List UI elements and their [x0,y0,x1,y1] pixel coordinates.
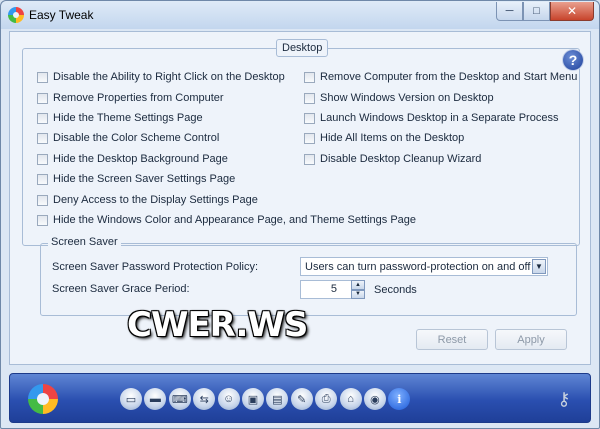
checkbox-box[interactable] [37,173,48,185]
home-icon[interactable]: ⌂ [339,388,362,410]
stepper-up-icon[interactable]: ▲ [351,280,365,290]
keys-icon[interactable]: ⚷ [553,386,575,412]
checkbox-label: Hide the Screen Saver Settings Page [53,173,236,185]
checkbox-label: Launch Windows Desktop in a Separate Pro… [320,112,559,124]
checkbox-box[interactable] [304,92,315,104]
grace-period-unit: Seconds [374,284,417,296]
title-bar[interactable]: Easy Tweak ─ □ ✕ [1,1,599,29]
checkbox-hide-color-appearance[interactable]: Hide the Windows Color and Appearance Pa… [37,212,416,228]
keyboard-icon[interactable]: ⌨ [168,388,191,410]
checkbox-label: Disable the Color Scheme Control [53,132,220,144]
checkbox-label: Remove Computer from the Desktop and Sta… [320,71,578,83]
help-icon[interactable]: ? [563,50,583,70]
watermark: CWER.WS [105,291,308,355]
checkbox-remove-properties[interactable]: Remove Properties from Computer [37,90,224,106]
reset-button[interactable]: Reset [416,329,488,350]
checkbox-box[interactable] [304,71,315,83]
checkbox-box[interactable] [304,153,315,165]
desktop-icon[interactable]: ▭ [120,388,142,410]
checkbox-hide-screen-saver[interactable]: Hide the Screen Saver Settings Page [37,171,235,187]
checkbox-label: Hide the Theme Settings Page [53,112,203,124]
checkbox-box[interactable] [304,112,315,124]
password-policy-value: Users can turn password-protection on an… [305,260,531,273]
checkbox-label: Remove Properties from Computer [53,92,224,104]
checkbox-box[interactable] [37,194,48,206]
checkbox-box[interactable] [37,112,48,124]
checkbox-label: Hide the Desktop Background Page [53,153,228,165]
window-icon[interactable]: ▣ [241,388,264,410]
app-logo-icon [8,7,24,23]
printer-icon[interactable]: ⎙ [315,388,338,410]
document-icon[interactable]: ▤ [266,388,289,410]
apply-button[interactable]: Apply [495,329,567,350]
app-window: Easy Tweak ─ □ ✕ Desktop ? Disable the A… [0,0,600,429]
checkbox-hide-all-items[interactable]: Hide All Items on the Desktop [304,130,464,146]
checkbox-label: Disable the Ability to Right Click on th… [53,71,285,83]
maximize-button[interactable]: □ [523,2,550,21]
checkbox-remove-computer[interactable]: Remove Computer from the Desktop and Sta… [304,69,577,85]
checkbox-deny-display-settings[interactable]: Deny Access to the Display Settings Page [37,192,258,208]
camera-icon[interactable]: ◉ [363,388,386,410]
checkbox-label: Hide All Items on the Desktop [320,132,465,144]
window-title: Easy Tweak [29,8,94,22]
grace-period-stepper[interactable]: ▲ ▼ [351,280,365,299]
desktop-group-title: Desktop [276,39,329,57]
checkbox-label: Hide the Windows Color and Appearance Pa… [53,214,417,226]
checkbox-separate-process[interactable]: Launch Windows Desktop in a Separate Pro… [304,110,558,126]
grace-period-input[interactable]: 5 [300,280,356,299]
user-icon[interactable]: ☺ [217,388,240,410]
chevron-down-icon[interactable]: ▼ [532,259,546,274]
network-icon[interactable]: ⇆ [193,388,216,410]
checkbox-disable-color-scheme[interactable]: Disable the Color Scheme Control [37,130,219,146]
checkbox-disable-cleanup-wizard[interactable]: Disable Desktop Cleanup Wizard [304,151,481,167]
checkbox-label: Show Windows Version on Desktop [320,92,494,104]
info-icon[interactable]: i [388,388,411,410]
stepper-down-icon[interactable]: ▼ [351,289,365,299]
checkbox-box[interactable] [37,214,48,226]
bottom-toolbar: ▭ ▬ ⌨ ⇆ ☺ ▣ ▤ ✎ ⎙ ⌂ ◉ i ⚷ [9,373,591,423]
checkbox-box[interactable] [37,153,48,165]
checkbox-label: Deny Access to the Display Settings Page [53,194,258,206]
easy-tweak-logo-icon[interactable] [28,384,58,414]
pen-icon[interactable]: ✎ [290,388,313,410]
checkbox-hide-desktop-background[interactable]: Hide the Desktop Background Page [37,151,228,167]
password-policy-label: Screen Saver Password Protection Policy: [52,261,259,273]
close-button[interactable]: ✕ [550,2,594,21]
toolbar-icons: ▭ ▬ ⌨ ⇆ ☺ ▣ ▤ ✎ ⎙ ⌂ ◉ i [120,388,413,410]
checkbox-label: Disable Desktop Cleanup Wizard [320,153,482,165]
checkbox-hide-theme-settings[interactable]: Hide the Theme Settings Page [37,110,203,126]
checkbox-box[interactable] [37,132,48,144]
checkbox-disable-right-click[interactable]: Disable the Ability to Right Click on th… [37,69,285,85]
checkbox-show-windows-version[interactable]: Show Windows Version on Desktop [304,90,494,106]
watermark-text: CWER.WS [127,305,308,345]
window-controls: ─ □ ✕ [496,2,594,21]
checkbox-box[interactable] [37,71,48,83]
drive-icon[interactable]: ▬ [144,388,167,410]
minimize-button[interactable]: ─ [496,2,523,21]
password-policy-select[interactable]: Users can turn password-protection on an… [300,257,548,276]
screen-saver-group-title: Screen Saver [48,236,121,248]
checkbox-box[interactable] [304,132,315,144]
checkbox-box[interactable] [37,92,48,104]
